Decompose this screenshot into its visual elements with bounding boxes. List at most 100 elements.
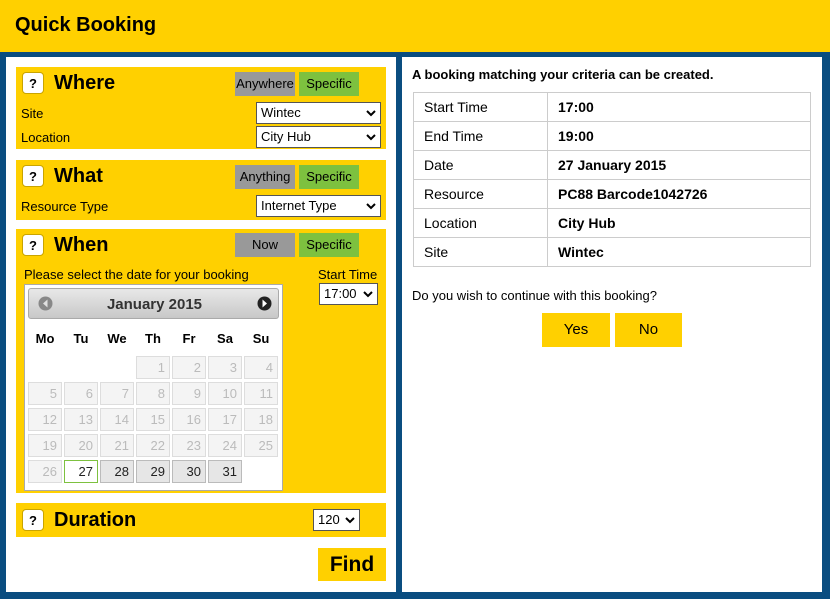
weekday-header: We: [107, 331, 127, 346]
yes-button[interactable]: Yes: [542, 313, 610, 347]
calendar-day: 26: [28, 460, 62, 483]
weekday-header: Mo: [35, 331, 55, 346]
header-bar: Quick Booking: [0, 0, 830, 52]
search-panel: ? Where Anywhere Specific Site Wintec Lo…: [6, 57, 396, 592]
calendar-day: 21: [100, 434, 134, 457]
confirm-question: Do you wish to continue with this bookin…: [412, 288, 657, 303]
detail-value: 19:00: [547, 121, 811, 151]
duration-select[interactable]: 120: [313, 509, 360, 531]
calendar-day: 22: [136, 434, 170, 457]
resource-type-select[interactable]: Internet Type: [256, 195, 381, 217]
what-title: What: [54, 165, 103, 187]
calendar-day: 11: [244, 382, 278, 405]
table-row: End Time 19:00: [413, 121, 811, 151]
location-select[interactable]: City Hub: [256, 126, 381, 148]
when-help-button[interactable]: ?: [22, 234, 44, 256]
detail-label: Site: [413, 237, 548, 267]
calendar-day[interactable]: 30: [172, 460, 206, 483]
detail-value: Wintec: [547, 237, 811, 267]
start-time-label: Start Time: [318, 267, 378, 282]
duration-value: 120: [318, 512, 340, 527]
calendar-day: 18: [244, 408, 278, 431]
weekday-header: Fr: [182, 331, 196, 346]
duration-section: ? Duration 120: [16, 503, 386, 537]
when-now-toggle[interactable]: Now: [235, 233, 295, 257]
duration-help-button[interactable]: ?: [22, 509, 44, 531]
calendar-day[interactable]: 28: [100, 460, 134, 483]
calendar-day: 4: [244, 356, 278, 379]
table-row: Resource PC88 Barcode1042726: [413, 179, 811, 209]
date-picker: January 2015 Mo Tu We Th Fr Sa Su 1 2 3 4 5 6 7 8 9 10 11…: [24, 284, 283, 491]
chevron-down-icon: [366, 110, 376, 117]
weekday-header: Th: [145, 331, 161, 346]
what-anything-toggle[interactable]: Anything: [235, 165, 295, 189]
where-anywhere-toggle[interactable]: Anywhere: [235, 72, 295, 96]
table-row: Site Wintec: [413, 237, 811, 267]
detail-value: City Hub: [547, 208, 811, 238]
detail-value: PC88 Barcode1042726: [547, 179, 811, 209]
calendar-day: 5: [28, 382, 62, 405]
site-label: Site: [21, 106, 44, 121]
result-panel: A booking matching your criteria can be …: [402, 57, 822, 592]
weekday-header: Sa: [217, 331, 233, 346]
calendar-day: 6: [64, 382, 98, 405]
no-button[interactable]: No: [615, 313, 682, 347]
booking-details-table: Start Time 17:00 End Time 19:00 Date 27 Janua…: [413, 92, 811, 267]
table-row: Date 27 January 2015: [413, 150, 811, 180]
location-label: Location: [21, 130, 71, 145]
location-select-value: City Hub: [261, 129, 311, 144]
site-select-value: Wintec: [261, 105, 301, 120]
detail-label: Resource: [413, 179, 548, 209]
chevron-down-icon: [366, 203, 376, 210]
what-help-button[interactable]: ?: [22, 165, 44, 187]
weekday-header: Tu: [73, 331, 89, 346]
chevron-down-icon: [366, 134, 376, 141]
weekday-header: Su: [252, 331, 270, 346]
chevron-down-icon: [345, 517, 355, 524]
calendar-day: 20: [64, 434, 98, 457]
table-row: Location City Hub: [413, 208, 811, 238]
calendar-day: 24: [208, 434, 242, 457]
detail-value: 27 January 2015: [547, 150, 811, 180]
calendar-day: 25: [244, 434, 278, 457]
result-message: A booking matching your criteria can be …: [412, 67, 714, 82]
when-section: ? When Now Specific Please select the da…: [16, 229, 386, 493]
start-time-select[interactable]: 17:00: [319, 283, 378, 305]
calendar-day: 3: [208, 356, 242, 379]
duration-title: Duration: [54, 509, 137, 531]
calendar-day[interactable]: 31: [208, 460, 242, 483]
calendar-day: 2: [172, 356, 206, 379]
calendar-header: January 2015: [28, 288, 279, 319]
where-help-button[interactable]: ?: [22, 72, 44, 94]
detail-value: 17:00: [547, 92, 811, 122]
date-prompt: Please select the date for your booking: [24, 267, 249, 282]
calendar-day: 17: [208, 408, 242, 431]
when-title: When: [54, 234, 109, 256]
find-button[interactable]: Find: [318, 548, 386, 581]
calendar-day: 14: [100, 408, 134, 431]
when-specific-toggle[interactable]: Specific: [299, 233, 359, 257]
resource-type-value: Internet Type: [261, 198, 337, 213]
next-month-icon[interactable]: [257, 296, 272, 311]
calendar-day[interactable]: 29: [136, 460, 170, 483]
where-title: Where: [54, 72, 116, 94]
calendar-day: 16: [172, 408, 206, 431]
where-section: ? Where Anywhere Specific Site Wintec Lo…: [16, 67, 386, 149]
calendar-day: 9: [172, 382, 206, 405]
detail-label: End Time: [413, 121, 548, 151]
chevron-down-icon: [363, 291, 373, 298]
detail-label: Location: [413, 208, 548, 238]
where-specific-toggle[interactable]: Specific: [299, 72, 359, 96]
calendar-day: 13: [64, 408, 98, 431]
start-time-value: 17:00: [324, 286, 357, 301]
what-specific-toggle[interactable]: Specific: [299, 165, 359, 189]
calendar-month: January 2015: [106, 296, 203, 313]
detail-label: Date: [413, 150, 548, 180]
site-select[interactable]: Wintec: [256, 102, 381, 124]
what-section: ? What Anything Specific Resource Type I…: [16, 160, 386, 220]
resource-type-label: Resource Type: [21, 199, 109, 214]
calendar-day[interactable]: 27: [64, 460, 98, 483]
calendar-day: 15: [136, 408, 170, 431]
calendar-day: 1: [136, 356, 170, 379]
calendar-day: 23: [172, 434, 206, 457]
